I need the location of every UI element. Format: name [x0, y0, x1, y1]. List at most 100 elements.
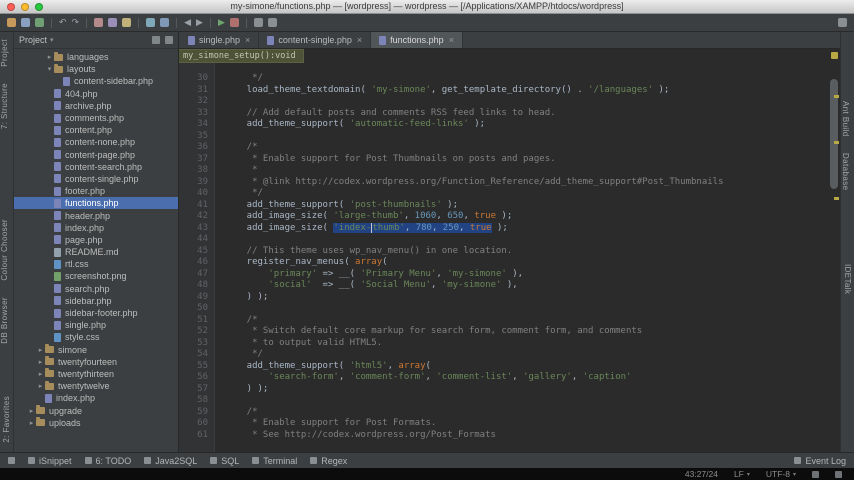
- tree-item-twentyfourteen[interactable]: ▸ twentyfourteen: [14, 356, 178, 368]
- code-line-49[interactable]: ) );: [225, 292, 828, 304]
- statusbar-button-sql[interactable]: SQL: [210, 456, 239, 466]
- statusbar-button-java2sql[interactable]: Java2SQL: [144, 456, 197, 466]
- tree-expand-icon[interactable]: ▸: [45, 53, 54, 61]
- tree-item-content-none-php[interactable]: content-none.php: [14, 136, 178, 148]
- code-line-61[interactable]: * See http://codex.wordpress.org/Post_Fo…: [225, 430, 828, 442]
- tool-stripe-button-idetalk[interactable]: IDETalk: [843, 257, 852, 301]
- tool-stripe-button-db-browser[interactable]: DB Browser: [0, 290, 9, 351]
- help-icon[interactable]: [267, 18, 277, 27]
- search-everywhere-icon[interactable]: [838, 18, 847, 27]
- code-line-43[interactable]: add_image_size( 'index-thumb', 780, 250,…: [225, 222, 828, 235]
- editor-tab-content-single-php[interactable]: content-single.php ×: [259, 32, 372, 48]
- tree-item-layouts[interactable]: ▾ layouts: [14, 63, 178, 75]
- tree-item-footer-php[interactable]: footer.php: [14, 185, 178, 197]
- code-line-50[interactable]: [225, 303, 828, 315]
- code-line-44[interactable]: [225, 234, 828, 246]
- inspection-status-icon[interactable]: [831, 52, 838, 59]
- tree-item-content-php[interactable]: content.php: [14, 124, 178, 136]
- code-line-47[interactable]: 'primary' => __( 'Primary Menu', 'my-sim…: [225, 269, 828, 281]
- tree-expand-icon[interactable]: ▾: [45, 65, 54, 73]
- tree-expand-icon[interactable]: ▸: [36, 370, 45, 378]
- tree-item-search-php[interactable]: search.php: [14, 283, 178, 295]
- code-line-31[interactable]: load_theme_textdomain( 'my-simone', get_…: [225, 85, 828, 97]
- statusbar-button-6-todo[interactable]: 6: TODO: [84, 456, 131, 466]
- tree-item-index-php[interactable]: index.php: [14, 392, 178, 404]
- code-line-42[interactable]: add_image_size( 'large-thumb', 1060, 650…: [225, 211, 828, 223]
- project-panel-title[interactable]: Project: [19, 35, 47, 45]
- tree-item-languages[interactable]: ▸ languages: [14, 51, 178, 63]
- code-line-57[interactable]: ) );: [225, 384, 828, 396]
- editor-body[interactable]: my_simone_setup():void 30 31 32 33 34 35 36 37 3…: [179, 49, 840, 452]
- tool-stripe-button-7-structure[interactable]: 7: Structure: [0, 76, 9, 136]
- close-button[interactable]: [7, 2, 15, 11]
- code-line-52[interactable]: * Switch default core markup for search …: [225, 326, 828, 338]
- tree-item-twentythirteen[interactable]: ▸ twentythirteen: [14, 368, 178, 380]
- paste-icon[interactable]: [122, 18, 132, 27]
- tree-item-content-single-php[interactable]: content-single.php: [14, 173, 178, 185]
- save-all-icon[interactable]: [21, 18, 30, 27]
- collapse-all-icon[interactable]: [165, 36, 173, 44]
- statusbar-button-terminal[interactable]: Terminal: [252, 456, 297, 466]
- tool-stripe-button-project[interactable]: Project: [0, 32, 9, 74]
- find-icon[interactable]: [146, 18, 156, 27]
- back-icon[interactable]: ◀: [184, 18, 191, 27]
- tree-expand-icon[interactable]: ▸: [36, 382, 45, 390]
- redo-icon[interactable]: ↷: [72, 18, 80, 27]
- caret-position-widget[interactable]: 43:27/24: [685, 469, 718, 479]
- zoom-button[interactable]: [35, 2, 43, 11]
- code-line-40[interactable]: */: [225, 188, 828, 200]
- tree-item-screenshot-png[interactable]: screenshot.png: [14, 270, 178, 282]
- undo-icon[interactable]: ↶: [59, 18, 67, 27]
- code-line-54[interactable]: */: [225, 349, 828, 361]
- hector-icon[interactable]: [835, 470, 842, 478]
- code-line-35[interactable]: [225, 131, 828, 143]
- tool-stripe-button-colour-chooser[interactable]: Colour Chooser: [0, 212, 9, 288]
- line-separator-widget[interactable]: LF ▾: [734, 469, 750, 479]
- tree-item-single-php[interactable]: single.php: [14, 319, 178, 331]
- statusbar-button-isnippet[interactable]: iSnippet: [28, 456, 72, 466]
- chevron-down-icon[interactable]: ▾: [50, 36, 54, 44]
- code-line-38[interactable]: *: [225, 165, 828, 177]
- tree-item-simone[interactable]: ▸ simone: [14, 344, 178, 356]
- synchronize-icon[interactable]: [35, 18, 44, 27]
- encoding-widget[interactable]: UTF-8 ▾: [766, 469, 796, 479]
- code-line-41[interactable]: add_theme_support( 'post-thumbnails' );: [225, 200, 828, 212]
- gear-icon[interactable]: [152, 36, 160, 44]
- code-line-45[interactable]: // This theme uses wp_nav_menu() in one …: [225, 246, 828, 258]
- warning-stripe-mark[interactable]: [834, 95, 839, 98]
- forward-icon[interactable]: ▶: [196, 18, 203, 27]
- tree-item-upgrade[interactable]: ▸ upgrade: [14, 404, 178, 416]
- lock-icon[interactable]: [812, 470, 819, 478]
- tree-item-archive-php[interactable]: archive.php: [14, 100, 178, 112]
- tree-item-header-php[interactable]: header.php: [14, 209, 178, 221]
- code-line-39[interactable]: * @link http://codex.wordpress.org/Funct…: [225, 177, 828, 189]
- tree-item-sidebar-footer-php[interactable]: sidebar-footer.php: [14, 307, 178, 319]
- editor-tab-functions-php[interactable]: functions.php ×: [371, 32, 463, 48]
- tree-item-twentytwelve[interactable]: ▸ twentytwelve: [14, 380, 178, 392]
- code-line-37[interactable]: * Enable support for Post Thumbnails on …: [225, 154, 828, 166]
- open-project-icon[interactable]: [7, 18, 16, 27]
- settings-icon[interactable]: [253, 18, 263, 27]
- editor-tab-single-php[interactable]: single.php ×: [180, 32, 260, 48]
- tree-expand-icon[interactable]: ▸: [27, 419, 36, 427]
- tool-stripe-button-2-favorites[interactable]: 2: Favorites: [2, 389, 11, 450]
- copy-icon[interactable]: [108, 18, 118, 27]
- tree-item-content-search-php[interactable]: content-search.php: [14, 161, 178, 173]
- code-line-46[interactable]: register_nav_menus( array(: [225, 257, 828, 269]
- code-line-53[interactable]: * to output valid HTML5.: [225, 338, 828, 350]
- statusbar-button-regex[interactable]: Regex: [310, 456, 347, 466]
- tree-expand-icon[interactable]: ▸: [36, 358, 45, 366]
- close-icon[interactable]: ×: [245, 35, 250, 45]
- statusbar-button-event-log[interactable]: Event Log: [794, 456, 846, 466]
- tool-stripe-button-ant-build[interactable]: Ant Build: [841, 94, 850, 144]
- warning-stripe-mark[interactable]: [834, 197, 839, 200]
- debug-icon[interactable]: [229, 18, 239, 27]
- tree-item-page-php[interactable]: page.php: [14, 234, 178, 246]
- tree-item-style-css[interactable]: style.css: [14, 331, 178, 343]
- code-line-51[interactable]: /*: [225, 315, 828, 327]
- code-line-34[interactable]: add_theme_support( 'automatic-feed-links…: [225, 119, 828, 131]
- tree-item-comments-php[interactable]: comments.php: [14, 112, 178, 124]
- code-line-48[interactable]: 'social' => __( 'Social Menu', 'my-simon…: [225, 280, 828, 292]
- cut-icon[interactable]: [94, 18, 104, 27]
- run-icon[interactable]: ▶: [218, 18, 225, 27]
